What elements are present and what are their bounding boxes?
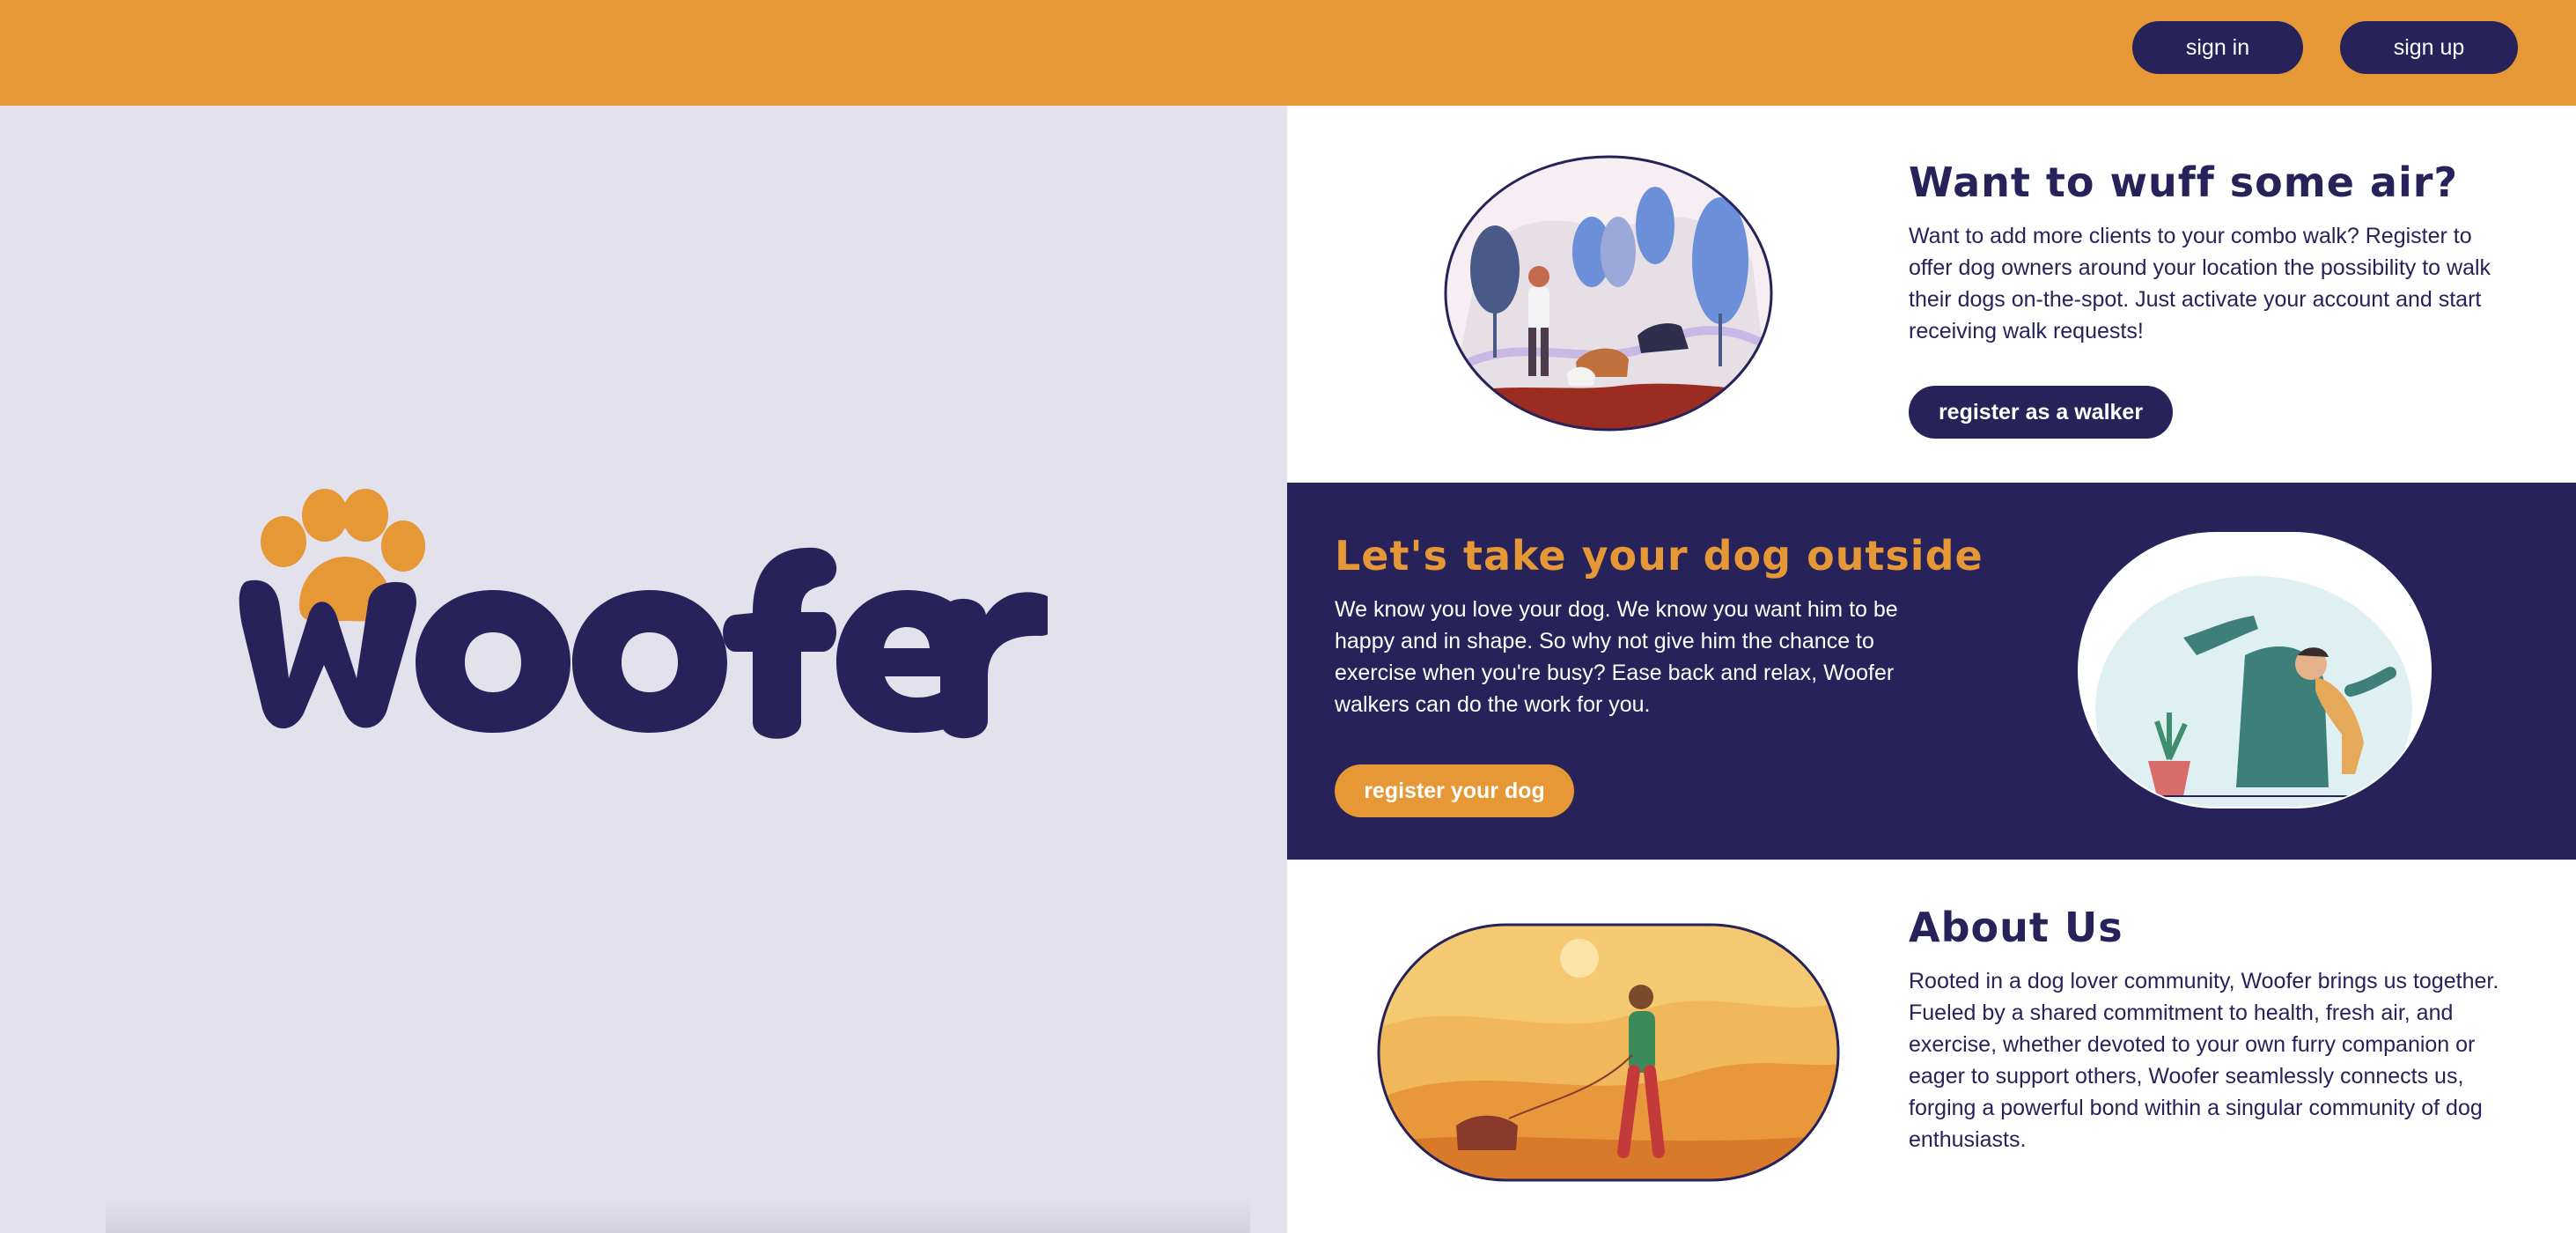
about-title: About Us — [1909, 904, 2123, 951]
owner-hugging-dog-illustration — [2078, 532, 2432, 808]
about-description: Rooted in a dog lover community, Woofer … — [1909, 969, 2499, 1152]
register-walker-button[interactable]: register as a walker — [1909, 386, 2173, 439]
owner-title: Let's take your dog outside — [1335, 532, 1984, 580]
register-dog-button[interactable]: register your dog — [1335, 764, 1574, 817]
owner-section: Let's take your dog outside We know you … — [1287, 483, 2576, 860]
content-column: Want to wuff some air? Want to add more … — [1287, 106, 2576, 1233]
woofer-logo — [239, 489, 1048, 739]
walker-description: Want to add more clients to your combo w… — [1909, 224, 2491, 343]
sign-in-button[interactable]: sign in — [2132, 21, 2303, 74]
about-section: About Us Rooted in a dog lover community… — [1287, 860, 2576, 1233]
owner-description: We know you love your dog. We know you w… — [1335, 597, 1898, 717]
sign-up-button[interactable]: sign up — [2340, 21, 2518, 74]
walker-section: Want to wuff some air? Want to add more … — [1287, 106, 2576, 483]
man-walking-dog-illustration — [1377, 923, 1840, 1182]
top-bar: sign in sign up — [0, 0, 2576, 106]
panel-shadow — [106, 1198, 1250, 1233]
walker-title: Want to wuff some air? — [1909, 159, 2459, 206]
dog-walker-illustration — [1444, 155, 1773, 432]
